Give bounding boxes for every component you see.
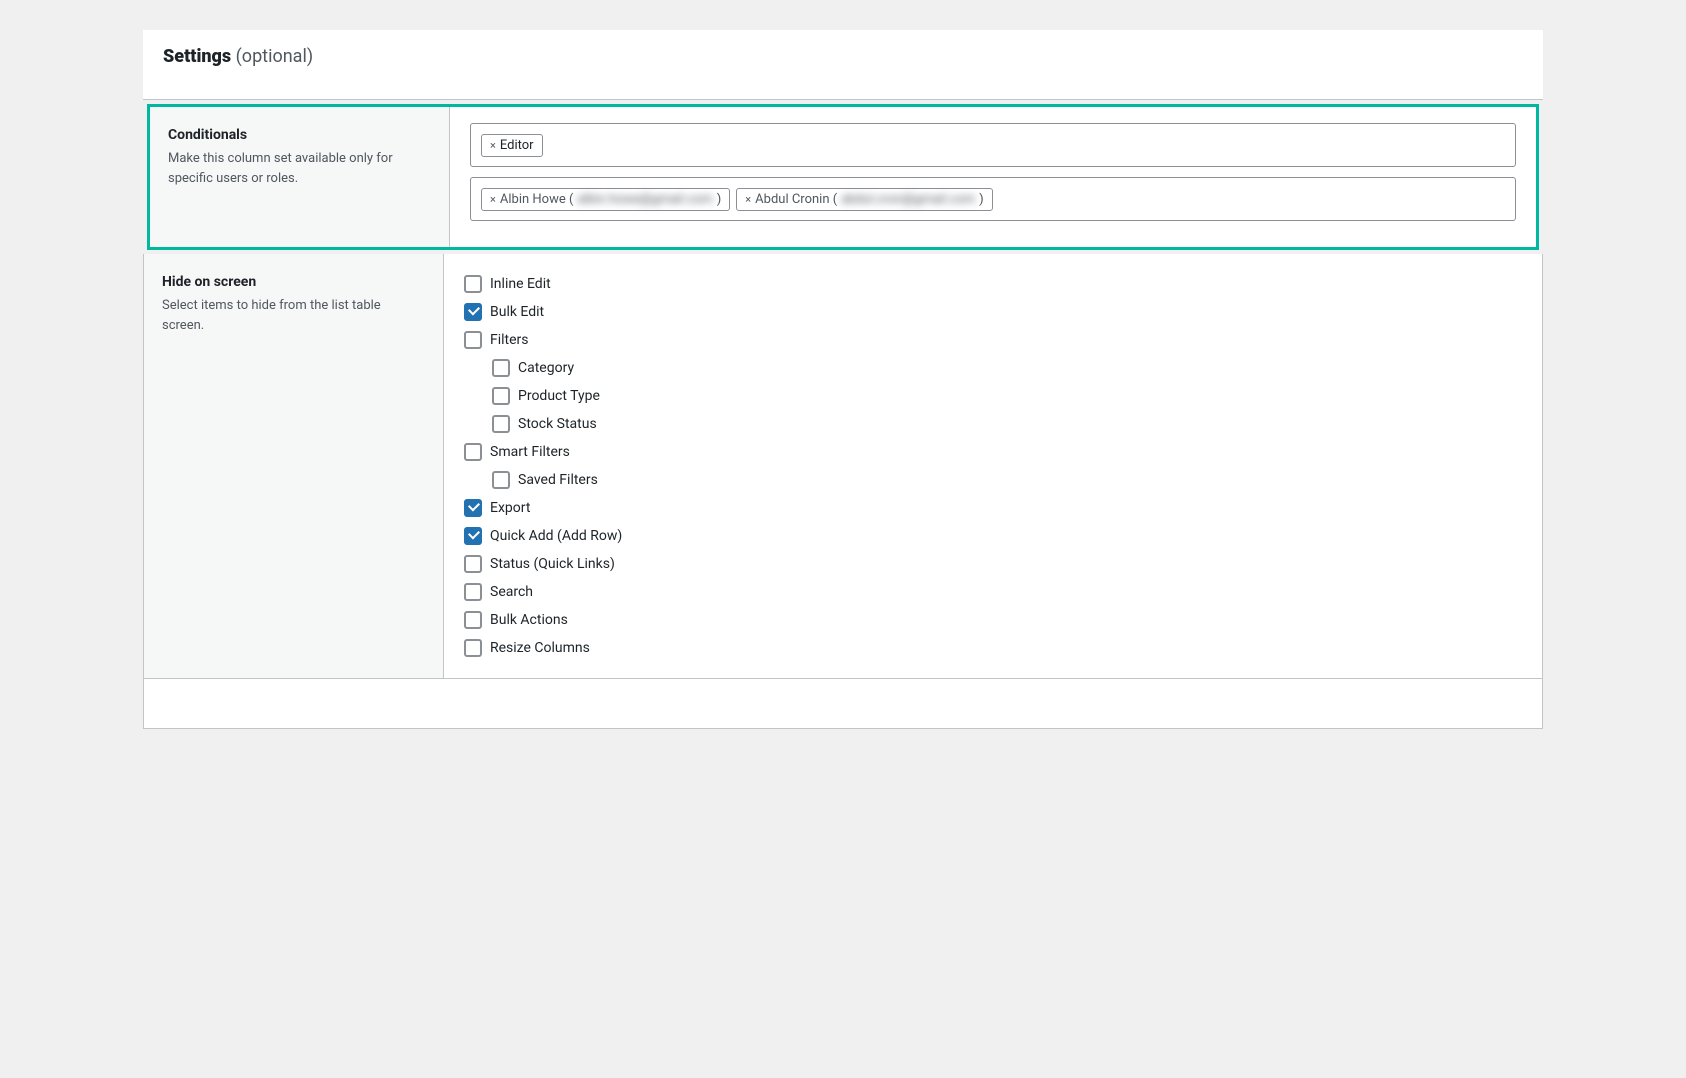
list-item-resize-columns: Resize Columns bbox=[464, 634, 1522, 662]
abdul-name: Abdul Cronin ( bbox=[755, 192, 837, 207]
checkbox-status-quick-links[interactable] bbox=[464, 555, 482, 573]
label-search[interactable]: Search bbox=[490, 584, 533, 600]
label-bulk-edit[interactable]: Bulk Edit bbox=[490, 304, 544, 320]
checkbox-bulk-edit[interactable] bbox=[464, 303, 482, 321]
label-product-type[interactable]: Product Type bbox=[518, 388, 600, 404]
hide-on-screen-row: Hide on screen Select items to hide from… bbox=[144, 254, 1542, 678]
hide-checkbox-list: Inline Edit Bulk Edit Filters Ca bbox=[464, 270, 1522, 662]
label-category[interactable]: Category bbox=[518, 360, 574, 376]
label-filters[interactable]: Filters bbox=[490, 332, 529, 348]
checkbox-product-type[interactable] bbox=[492, 387, 510, 405]
editor-tag-label: Editor bbox=[500, 138, 534, 153]
users-tag-input[interactable]: × Albin Howe (albin.howe@gmail.com) × Ab… bbox=[470, 177, 1516, 221]
conditionals-label-col: Conditionals Make this column set availa… bbox=[150, 107, 450, 247]
conditionals-heading: Conditionals bbox=[168, 127, 431, 143]
list-item-inline-edit: Inline Edit bbox=[464, 270, 1522, 298]
settings-heading-row: Settings (optional) bbox=[143, 30, 1543, 100]
list-item-stock-status: Stock Status bbox=[464, 410, 1522, 438]
list-item-filters: Filters bbox=[464, 326, 1522, 354]
bottom-bar bbox=[143, 679, 1543, 729]
checkbox-stock-status[interactable] bbox=[492, 415, 510, 433]
label-status-quick-links[interactable]: Status (Quick Links) bbox=[490, 556, 615, 572]
checkbox-category[interactable] bbox=[492, 359, 510, 377]
page-wrapper: Settings (optional) Conditionals Make th… bbox=[0, 0, 1686, 1078]
checkbox-resize-columns[interactable] bbox=[464, 639, 482, 657]
label-quick-add[interactable]: Quick Add (Add Row) bbox=[490, 528, 622, 544]
checkbox-filters[interactable] bbox=[464, 331, 482, 349]
list-item-product-type: Product Type bbox=[464, 382, 1522, 410]
conditionals-row: Conditionals Make this column set availa… bbox=[150, 107, 1536, 247]
label-saved-filters[interactable]: Saved Filters bbox=[518, 472, 598, 488]
hide-description: Select items to hide from the list table… bbox=[162, 296, 425, 335]
conditionals-content-col: × Editor × Albin Howe (albin.howe@gmail.… bbox=[450, 107, 1536, 247]
label-resize-columns[interactable]: Resize Columns bbox=[490, 640, 590, 656]
list-item-bulk-actions: Bulk Actions bbox=[464, 606, 1522, 634]
settings-title: Settings (optional) bbox=[163, 46, 1523, 67]
checkbox-bulk-actions[interactable] bbox=[464, 611, 482, 629]
hide-on-screen-section: Hide on screen Select items to hide from… bbox=[143, 254, 1543, 679]
list-item-search: Search bbox=[464, 578, 1522, 606]
list-item-export: Export bbox=[464, 494, 1522, 522]
user-tag-abdul[interactable]: × Abdul Cronin (abdul.cron@gmail.com) bbox=[736, 188, 992, 211]
checkbox-saved-filters[interactable] bbox=[492, 471, 510, 489]
list-item-status-quick-links: Status (Quick Links) bbox=[464, 550, 1522, 578]
list-item-smart-filters: Smart Filters bbox=[464, 438, 1522, 466]
abdul-remove-icon[interactable]: × bbox=[745, 193, 751, 206]
label-inline-edit[interactable]: Inline Edit bbox=[490, 276, 551, 292]
list-item-category: Category bbox=[464, 354, 1522, 382]
checkbox-search[interactable] bbox=[464, 583, 482, 601]
label-bulk-actions[interactable]: Bulk Actions bbox=[490, 612, 568, 628]
label-export[interactable]: Export bbox=[490, 500, 530, 516]
editor-role-tag[interactable]: × Editor bbox=[481, 134, 543, 157]
checkbox-export[interactable] bbox=[464, 499, 482, 517]
albin-remove-icon[interactable]: × bbox=[490, 193, 496, 206]
conditionals-description: Make this column set available only for … bbox=[168, 149, 431, 188]
label-stock-status[interactable]: Stock Status bbox=[518, 416, 597, 432]
list-item-quick-add: Quick Add (Add Row) bbox=[464, 522, 1522, 550]
checkbox-inline-edit[interactable] bbox=[464, 275, 482, 293]
hide-label-col: Hide on screen Select items to hide from… bbox=[144, 254, 444, 678]
checkbox-smart-filters[interactable] bbox=[464, 443, 482, 461]
abdul-email: abdul.cron@gmail.com bbox=[841, 192, 975, 207]
hide-heading: Hide on screen bbox=[162, 274, 425, 290]
conditionals-section: Conditionals Make this column set availa… bbox=[147, 104, 1539, 250]
checkbox-quick-add[interactable] bbox=[464, 527, 482, 545]
albin-name: Albin Howe ( bbox=[500, 192, 574, 207]
roles-tag-input[interactable]: × Editor bbox=[470, 123, 1516, 167]
list-item-saved-filters: Saved Filters bbox=[464, 466, 1522, 494]
hide-content-col: Inline Edit Bulk Edit Filters Ca bbox=[444, 254, 1542, 678]
label-smart-filters[interactable]: Smart Filters bbox=[490, 444, 570, 460]
albin-email: albin.howe@gmail.com bbox=[577, 192, 712, 207]
editor-tag-remove-icon[interactable]: × bbox=[490, 139, 496, 152]
user-tag-albin[interactable]: × Albin Howe (albin.howe@gmail.com) bbox=[481, 188, 730, 211]
list-item-bulk-edit: Bulk Edit bbox=[464, 298, 1522, 326]
outer-wrapper: Settings (optional) Conditionals Make th… bbox=[143, 30, 1543, 729]
